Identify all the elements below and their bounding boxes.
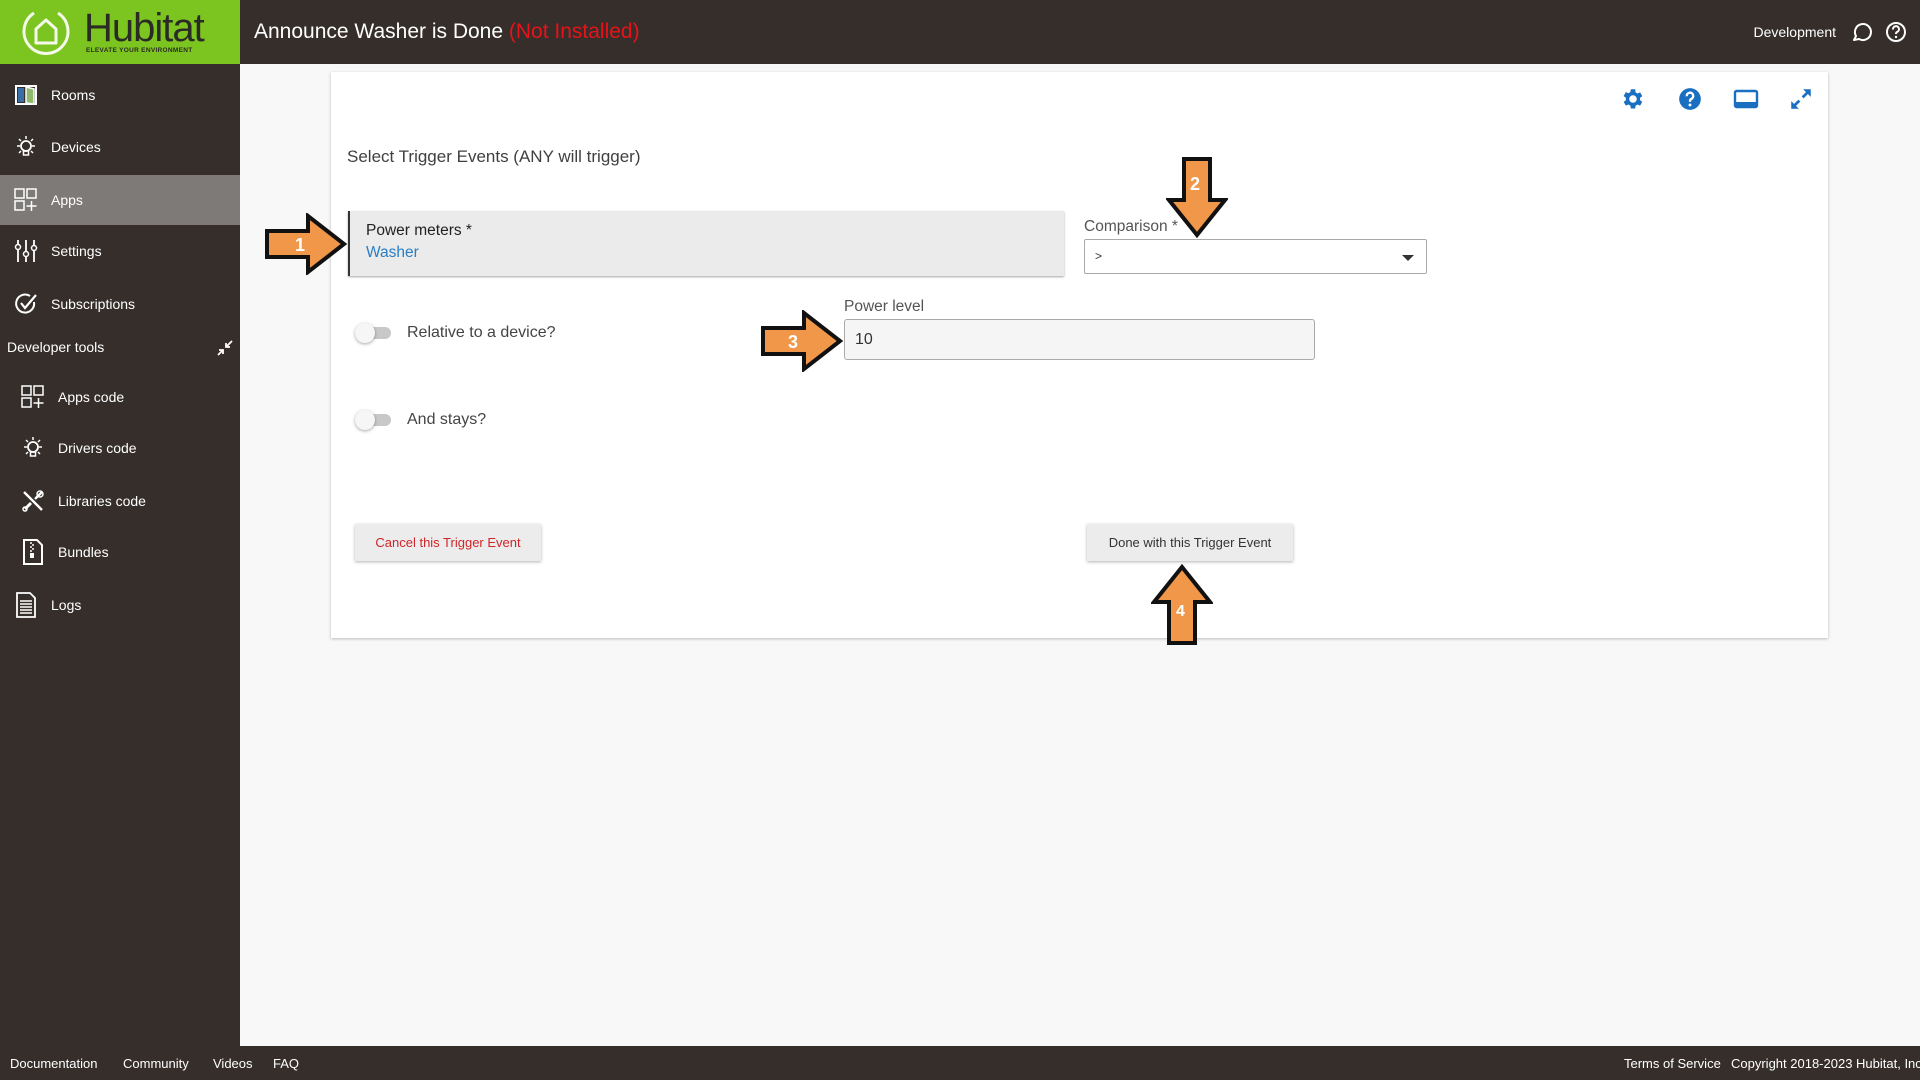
sidebar-item-drivers-code[interactable]: Drivers code [0,423,240,473]
sliders-icon [13,238,39,264]
annotation-arrow-4: 4 [1151,564,1213,645]
annotation-number-3: 3 [788,332,798,352]
apps-grid-icon [13,187,39,213]
and-stays-label: And stays? [407,411,487,428]
annotation-arrow-3: 3 [761,310,844,372]
sidebar-item-settings[interactable]: Settings [0,226,240,276]
developer-tools-heading: Developer tools [7,339,105,355]
footer-link-faq[interactable]: FAQ [273,1056,299,1071]
power-meters-label: Power meters * [366,222,472,239]
annotation-arrow-2: 2 [1166,157,1228,238]
footer-link-terms[interactable]: Terms of Service [1624,1056,1721,1071]
bulb-icon [20,435,46,461]
chat-icon[interactable] [1850,21,1872,43]
sidebar-item-label: Subscriptions [51,296,136,312]
sidebar-item-bundles[interactable]: Bundles [0,527,240,577]
bulb-icon [13,134,39,160]
app-config-card: Select Trigger Events (ANY will trigger)… [331,72,1828,638]
comparison-label: Comparison * [1084,218,1178,235]
sidebar-item-subscriptions[interactable]: Subscriptions [0,279,240,329]
relative-device-label: Relative to a device? [407,324,556,341]
copyright: Copyright 2018-2023 Hubitat, Inc. [1731,1056,1920,1071]
gear-icon[interactable] [1619,86,1645,112]
power-meters-value[interactable]: Washer [366,244,419,262]
comparison-selected-value: > [1095,249,1103,263]
hubitat-logo[interactable]: Hubitat ELEVATE YOUR ENVIRONMENT [0,0,240,64]
sidebar-item-label: Bundles [58,544,109,560]
sidebar-item-label: Apps code [58,389,125,405]
display-icon[interactable] [1733,86,1759,112]
brand-tagline: ELEVATE YOUR ENVIRONMENT [86,47,193,54]
help-icon[interactable] [1677,86,1703,112]
and-stays-toggle[interactable] [355,409,393,431]
sidebar-item-label: Libraries code [58,493,146,509]
sidebar-item-label: Devices [51,139,101,155]
expand-icon[interactable] [1788,86,1814,112]
sidebar-item-libraries-code[interactable]: Libraries code [0,476,240,526]
sidebar-item-apps-code[interactable]: Apps code [0,372,240,422]
apps-grid-icon [20,384,46,410]
toggle-knob [355,323,375,343]
section-title: Select Trigger Events (ANY will trigger) [347,147,641,166]
page-title: Announce Washer is Done (Not Installed) [254,20,640,44]
footer-link-videos[interactable]: Videos [213,1056,253,1071]
check-circle-icon [13,291,39,317]
footer: Documentation Community Videos FAQ Terms… [0,1046,1920,1080]
top-header: Hubitat ELEVATE YOUR ENVIRONMENT Announc… [0,0,1920,64]
house-logo-icon [22,11,70,55]
sidebar-item-label: Logs [51,597,82,613]
sidebar: Rooms Devices Apps Settings Subscription… [0,64,240,1046]
footer-link-community[interactable]: Community [123,1056,189,1071]
sidebar-item-devices[interactable]: Devices [0,122,240,172]
annotation-number-1: 1 [295,235,305,255]
relative-device-toggle[interactable] [355,322,393,344]
chevron-down-icon [1402,255,1414,261]
done-trigger-button[interactable]: Done with this Trigger Event [1087,524,1293,561]
power-level-label: Power level [844,298,925,315]
sidebar-item-label: Drivers code [58,440,137,456]
install-status: (Not Installed) [508,20,640,43]
comparison-select[interactable]: > [1084,239,1427,274]
power-meters-selector[interactable]: Power meters * Washer [348,211,1064,276]
help-icon[interactable] [1885,21,1907,43]
annotation-number-2: 2 [1190,174,1200,194]
zip-file-icon [20,539,46,565]
sidebar-item-rooms[interactable]: Rooms [0,70,240,120]
toggle-knob [355,410,375,430]
sidebar-item-logs[interactable]: Logs [0,580,240,630]
footer-link-documentation[interactable]: Documentation [10,1056,97,1071]
sidebar-item-label: Rooms [51,87,96,103]
hub-name[interactable]: Development [1754,24,1837,40]
sidebar-item-apps[interactable]: Apps [0,175,240,225]
sidebar-item-label: Apps [51,192,83,208]
collapse-icon[interactable] [216,339,234,357]
tools-icon [20,488,46,514]
annotation-arrow-1: 1 [265,213,348,275]
annotation-number-4: 4 [1176,603,1185,620]
sidebar-item-label: Settings [51,243,102,259]
brand-name: Hubitat [84,6,205,50]
document-icon [13,592,39,618]
power-level-input[interactable] [844,319,1315,360]
cancel-trigger-button[interactable]: Cancel this Trigger Event [355,524,541,561]
app-title: Announce Washer is Done [254,20,504,43]
rooms-icon [13,82,39,108]
